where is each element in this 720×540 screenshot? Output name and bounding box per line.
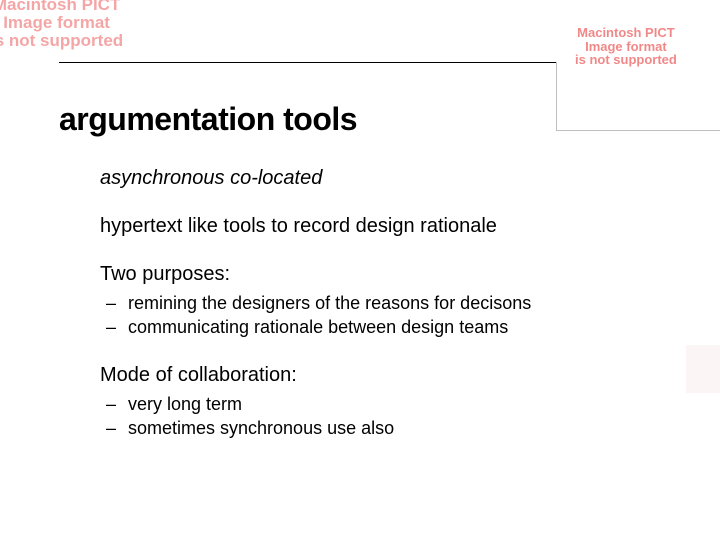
pict-error-top-left: Macintosh PICT Image format is not suppo…	[0, 0, 123, 50]
pict-error-line: Macintosh PICT	[0, 0, 120, 14]
slide: Macintosh PICT Image format is not suppo…	[0, 0, 720, 540]
list-item: remining the designers of the reasons fo…	[100, 291, 660, 315]
slide-title: argumentation tools	[59, 101, 357, 138]
pict-error-top-right: Macintosh PICT Image format is not suppo…	[575, 26, 677, 67]
placeholder-block-right	[686, 345, 720, 393]
pict-error-line: Image format	[3, 13, 110, 32]
pict-error-line: Macintosh PICT	[577, 25, 675, 40]
subtitle-line: asynchronous co-located	[100, 165, 660, 191]
divider	[59, 62, 556, 63]
bullet-list-purposes: remining the designers of the reasons fo…	[100, 291, 660, 340]
body-line: hypertext like tools to record design ra…	[100, 213, 660, 239]
bullet-list-mode: very long term sometimes synchronous use…	[100, 392, 660, 441]
placeholder-box-top-right	[556, 62, 720, 131]
section-heading: Mode of collaboration:	[100, 362, 660, 388]
list-item: sometimes synchronous use also	[100, 416, 660, 440]
pict-error-line: Image format	[585, 39, 667, 54]
section-heading: Two purposes:	[100, 261, 660, 287]
list-item: very long term	[100, 392, 660, 416]
pict-error-line: is not supported	[0, 31, 123, 50]
list-item: communicating rationale between design t…	[100, 315, 660, 339]
slide-body: asynchronous co-located hypertext like t…	[100, 165, 660, 462]
